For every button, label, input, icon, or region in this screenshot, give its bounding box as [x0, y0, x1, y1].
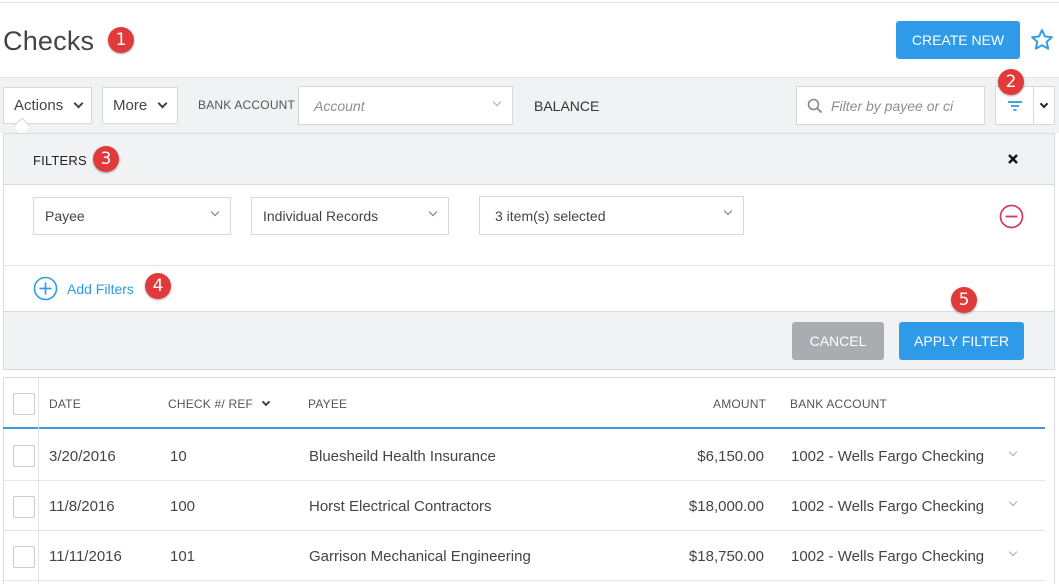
- row-checkbox[interactable]: [13, 546, 35, 568]
- more-label: More: [113, 97, 148, 114]
- callout-badge-1: 1: [108, 27, 134, 53]
- row-date: 11/11/2016: [49, 548, 122, 565]
- callout-badge-5: 5: [951, 287, 977, 313]
- balance-label: BALANCE: [534, 98, 600, 114]
- add-filters-label: Add Filters: [67, 280, 134, 297]
- filter-field-value: Payee: [45, 208, 85, 224]
- bank-account-label: BANK ACCOUNT: [198, 98, 296, 112]
- top-divider: [0, 2, 1059, 3]
- filter-icon: [1007, 100, 1022, 111]
- row-date: 3/20/2016: [49, 448, 116, 465]
- filter-mode-select[interactable]: Individual Records: [251, 197, 449, 235]
- row-account: 1002 - Wells Fargo Checking: [791, 448, 985, 465]
- chevron-down-icon: [428, 207, 438, 217]
- row-date: 11/8/2016: [49, 498, 115, 515]
- search-icon: [807, 98, 823, 113]
- row-amount: $18,750.00: [688, 548, 764, 565]
- chevron-down-icon: [210, 207, 220, 217]
- row-ref: 100: [170, 498, 196, 515]
- table-header: [3, 377, 1045, 429]
- column-header-bank-account[interactable]: BANK ACCOUNT: [790, 397, 887, 411]
- chevron-down-icon: [73, 98, 84, 109]
- sort-desc-icon: [261, 397, 271, 407]
- row-checkbox[interactable]: [13, 496, 35, 518]
- column-header-date[interactable]: DATE: [49, 397, 81, 411]
- filters-footer: [3, 311, 1055, 370]
- row-amount: $6,150.00: [697, 448, 764, 465]
- row-account: 1002 - Wells Fargo Checking: [791, 548, 985, 565]
- callout-badge-2: 2: [998, 69, 1024, 95]
- filters-title: FILTERS: [33, 153, 87, 168]
- expand-row-icon[interactable]: [1008, 497, 1018, 507]
- row-divider: [3, 580, 1045, 581]
- apply-filter-button[interactable]: APPLY FILTER: [899, 322, 1024, 360]
- close-icon[interactable]: [1006, 152, 1020, 166]
- filter-values-select[interactable]: 3 item(s) selected: [479, 196, 744, 235]
- search-input[interactable]: Filter by payee or ci: [796, 86, 985, 125]
- account-placeholder: Account: [314, 97, 365, 114]
- create-new-button[interactable]: CREATE NEW: [896, 21, 1020, 59]
- divider: [3, 265, 1055, 266]
- chevron-down-icon: [723, 206, 733, 216]
- filter-values-value: 3 item(s) selected: [495, 207, 606, 224]
- row-ref: 10: [170, 448, 187, 465]
- star-icon[interactable]: [1029, 27, 1055, 53]
- row-account: 1002 - Wells Fargo Checking: [791, 498, 985, 515]
- expand-row-icon[interactable]: [1008, 447, 1018, 457]
- expand-row-icon[interactable]: [1008, 547, 1018, 557]
- column-header-payee[interactable]: PAYEE: [308, 397, 347, 411]
- table-row[interactable]: 3/20/2016 10 Bluesheild Health Insurance…: [3, 431, 1043, 480]
- filter-field-select[interactable]: Payee: [33, 197, 231, 235]
- row-checkbox[interactable]: [13, 445, 35, 467]
- table-row[interactable]: 11/11/2016 101 Garrison Mechanical Engin…: [3, 531, 1043, 580]
- table-row[interactable]: 11/8/2016 100 Horst Electrical Contracto…: [3, 481, 1043, 530]
- actions-dropdown[interactable]: Actions: [3, 87, 92, 124]
- remove-filter-icon[interactable]: [999, 204, 1024, 229]
- chevron-down-icon: [1039, 99, 1049, 108]
- page-title: Checks: [3, 26, 95, 56]
- add-filters-button[interactable]: Add Filters: [33, 276, 134, 301]
- cancel-button[interactable]: CANCEL: [792, 322, 884, 360]
- column-header-label: CHECK #/ REF: [168, 397, 254, 411]
- row-ref: 101: [170, 548, 196, 565]
- chevron-down-icon: [492, 97, 502, 107]
- row-payee: Garrison Mechanical Engineering: [309, 548, 531, 565]
- account-select[interactable]: Account: [298, 86, 513, 125]
- filters-header: [3, 133, 1055, 185]
- column-header-amount[interactable]: AMOUNT: [713, 397, 766, 411]
- more-dropdown[interactable]: More: [102, 87, 178, 124]
- column-header-check-ref[interactable]: CHECK #/ REF: [168, 397, 271, 411]
- actions-label: Actions: [14, 97, 64, 114]
- filter-mode-value: Individual Records: [263, 208, 379, 224]
- chevron-down-icon: [157, 98, 168, 109]
- callout-badge-3: 3: [93, 146, 119, 172]
- callout-badge-4: 4: [145, 273, 171, 299]
- select-all-checkbox[interactable]: [13, 393, 35, 415]
- add-circle-icon: [33, 276, 58, 301]
- row-payee: Horst Electrical Contractors: [309, 498, 492, 515]
- search-placeholder: Filter by payee or ci: [831, 97, 954, 114]
- row-amount: $18,000.00: [688, 498, 764, 515]
- filter-options-toggle[interactable]: [1033, 86, 1055, 125]
- row-payee: Bluesheild Health Insurance: [309, 448, 496, 465]
